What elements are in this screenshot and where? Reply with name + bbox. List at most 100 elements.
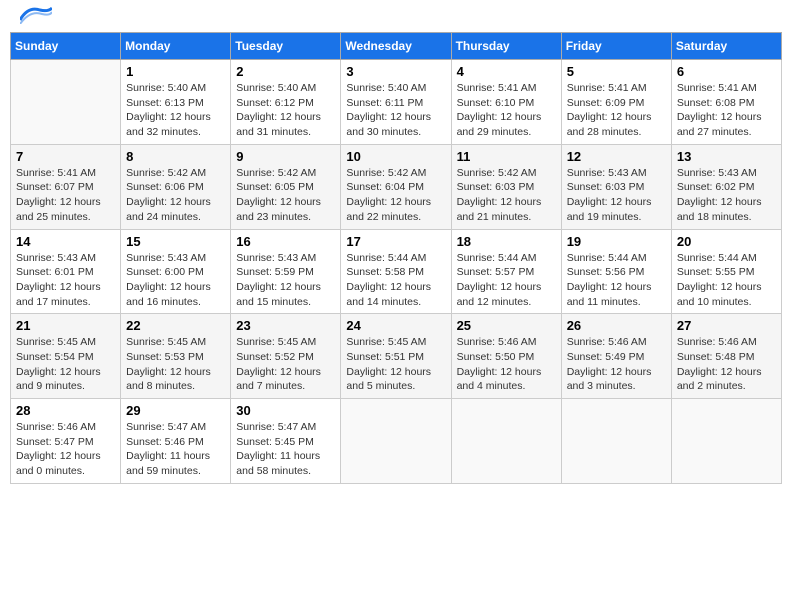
day-number: 27 [677,318,776,333]
day-info: Sunrise: 5:43 AM Sunset: 6:03 PM Dayligh… [567,166,666,225]
day-cell: 3 Sunrise: 5:40 AM Sunset: 6:11 PM Daylig… [341,60,451,145]
day-cell: 21Sunrise: 5:45 AM Sunset: 5:54 PM Dayli… [11,314,121,399]
day-info: Sunrise: 5:45 AM Sunset: 5:53 PM Dayligh… [126,335,225,394]
day-cell: 15 Sunrise: 5:43 AM Sunset: 6:00 PM Dayli… [121,229,231,314]
day-info: Sunrise: 5:47 AM Sunset: 5:46 PM Dayligh… [126,420,225,479]
day-cell: 10 Sunrise: 5:42 AM Sunset: 6:04 PM Dayli… [341,144,451,229]
day-cell: 11 Sunrise: 5:42 AM Sunset: 6:03 PM Dayli… [451,144,561,229]
day-cell [451,399,561,484]
day-number: 2 [236,64,335,79]
day-info: Sunrise: 5:47 AM Sunset: 5:45 PM Dayligh… [236,420,335,479]
day-cell: 6 Sunrise: 5:41 AM Sunset: 6:08 PM Daylig… [671,60,781,145]
week-row-3: 14 Sunrise: 5:43 AM Sunset: 6:01 PM Dayli… [11,229,782,314]
week-row-2: 7 Sunrise: 5:41 AM Sunset: 6:07 PM Daylig… [11,144,782,229]
day-info: Sunrise: 5:42 AM Sunset: 6:04 PM Dayligh… [346,166,445,225]
day-info: Sunrise: 5:43 AM Sunset: 6:00 PM Dayligh… [126,251,225,310]
day-cell: 29 Sunrise: 5:47 AM Sunset: 5:46 PM Dayli… [121,399,231,484]
day-number: 17 [346,234,445,249]
week-row-4: 21Sunrise: 5:45 AM Sunset: 5:54 PM Dayli… [11,314,782,399]
logo-wing-icon [20,6,52,24]
day-number: 8 [126,149,225,164]
day-info: Sunrise: 5:45 AM Sunset: 5:51 PM Dayligh… [346,335,445,394]
day-cell: 27 Sunrise: 5:46 AM Sunset: 5:48 PM Dayli… [671,314,781,399]
logo [18,10,52,24]
day-info: Sunrise: 5:41 AM Sunset: 6:08 PM Dayligh… [677,81,776,140]
day-number: 15 [126,234,225,249]
weekday-header-row: SundayMondayTuesdayWednesdayThursdayFrid… [11,33,782,60]
day-cell: 25 Sunrise: 5:46 AM Sunset: 5:50 PM Dayli… [451,314,561,399]
day-cell: 17 Sunrise: 5:44 AM Sunset: 5:58 PM Dayli… [341,229,451,314]
day-number: 9 [236,149,335,164]
day-number: 12 [567,149,666,164]
day-number: 30 [236,403,335,418]
calendar-table: SundayMondayTuesdayWednesdayThursdayFrid… [10,32,782,484]
day-number: 22 [126,318,225,333]
day-cell: 8 Sunrise: 5:42 AM Sunset: 6:06 PM Daylig… [121,144,231,229]
day-number: 11 [457,149,556,164]
day-cell: 13 Sunrise: 5:43 AM Sunset: 6:02 PM Dayli… [671,144,781,229]
weekday-header-sunday: Sunday [11,33,121,60]
day-cell: 1Sunrise: 5:40 AM Sunset: 6:13 PM Daylig… [121,60,231,145]
day-cell: 7 Sunrise: 5:41 AM Sunset: 6:07 PM Daylig… [11,144,121,229]
day-info: Sunrise: 5:46 AM Sunset: 5:49 PM Dayligh… [567,335,666,394]
week-row-1: 1Sunrise: 5:40 AM Sunset: 6:13 PM Daylig… [11,60,782,145]
day-number: 23 [236,318,335,333]
day-number: 4 [457,64,556,79]
day-cell [561,399,671,484]
day-info: Sunrise: 5:43 AM Sunset: 6:02 PM Dayligh… [677,166,776,225]
day-info: Sunrise: 5:44 AM Sunset: 5:56 PM Dayligh… [567,251,666,310]
day-info: Sunrise: 5:41 AM Sunset: 6:07 PM Dayligh… [16,166,115,225]
day-cell: 22 Sunrise: 5:45 AM Sunset: 5:53 PM Dayli… [121,314,231,399]
day-cell: 18Sunrise: 5:44 AM Sunset: 5:57 PM Dayli… [451,229,561,314]
day-number: 28 [16,403,115,418]
day-number: 19 [567,234,666,249]
day-cell: 2 Sunrise: 5:40 AM Sunset: 6:12 PM Daylig… [231,60,341,145]
day-number: 20 [677,234,776,249]
day-info: Sunrise: 5:42 AM Sunset: 6:06 PM Dayligh… [126,166,225,225]
day-number: 25 [457,318,556,333]
week-row-5: 28Sunrise: 5:46 AM Sunset: 5:47 PM Dayli… [11,399,782,484]
day-cell: 23Sunrise: 5:45 AM Sunset: 5:52 PM Dayli… [231,314,341,399]
day-info: Sunrise: 5:46 AM Sunset: 5:50 PM Dayligh… [457,335,556,394]
weekday-header-monday: Monday [121,33,231,60]
day-info: Sunrise: 5:40 AM Sunset: 6:13 PM Dayligh… [126,81,225,140]
day-number: 14 [16,234,115,249]
day-number: 13 [677,149,776,164]
day-info: Sunrise: 5:41 AM Sunset: 6:10 PM Dayligh… [457,81,556,140]
weekday-header-thursday: Thursday [451,33,561,60]
day-info: Sunrise: 5:42 AM Sunset: 6:03 PM Dayligh… [457,166,556,225]
weekday-header-friday: Friday [561,33,671,60]
day-cell: 30 Sunrise: 5:47 AM Sunset: 5:45 PM Dayli… [231,399,341,484]
day-number: 29 [126,403,225,418]
day-info: Sunrise: 5:40 AM Sunset: 6:12 PM Dayligh… [236,81,335,140]
day-number: 6 [677,64,776,79]
day-info: Sunrise: 5:43 AM Sunset: 6:01 PM Dayligh… [16,251,115,310]
page-header [10,10,782,24]
day-cell: 12 Sunrise: 5:43 AM Sunset: 6:03 PM Dayli… [561,144,671,229]
day-info: Sunrise: 5:44 AM Sunset: 5:57 PM Dayligh… [457,251,556,310]
day-cell: 9 Sunrise: 5:42 AM Sunset: 6:05 PM Daylig… [231,144,341,229]
day-cell: 28Sunrise: 5:46 AM Sunset: 5:47 PM Dayli… [11,399,121,484]
day-cell: 19 Sunrise: 5:44 AM Sunset: 5:56 PM Dayli… [561,229,671,314]
day-number: 3 [346,64,445,79]
day-number: 16 [236,234,335,249]
day-number: 10 [346,149,445,164]
day-cell: 16 Sunrise: 5:43 AM Sunset: 5:59 PM Dayli… [231,229,341,314]
day-number: 5 [567,64,666,79]
day-number: 7 [16,149,115,164]
day-info: Sunrise: 5:40 AM Sunset: 6:11 PM Dayligh… [346,81,445,140]
day-cell: 4 Sunrise: 5:41 AM Sunset: 6:10 PM Daylig… [451,60,561,145]
day-info: Sunrise: 5:43 AM Sunset: 5:59 PM Dayligh… [236,251,335,310]
weekday-header-saturday: Saturday [671,33,781,60]
day-info: Sunrise: 5:44 AM Sunset: 5:58 PM Dayligh… [346,251,445,310]
day-info: Sunrise: 5:42 AM Sunset: 6:05 PM Dayligh… [236,166,335,225]
day-cell [11,60,121,145]
day-number: 21 [16,318,115,333]
day-info: Sunrise: 5:41 AM Sunset: 6:09 PM Dayligh… [567,81,666,140]
day-number: 26 [567,318,666,333]
weekday-header-tuesday: Tuesday [231,33,341,60]
day-cell [341,399,451,484]
day-info: Sunrise: 5:46 AM Sunset: 5:48 PM Dayligh… [677,335,776,394]
day-cell: 14 Sunrise: 5:43 AM Sunset: 6:01 PM Dayli… [11,229,121,314]
day-cell: 5 Sunrise: 5:41 AM Sunset: 6:09 PM Daylig… [561,60,671,145]
